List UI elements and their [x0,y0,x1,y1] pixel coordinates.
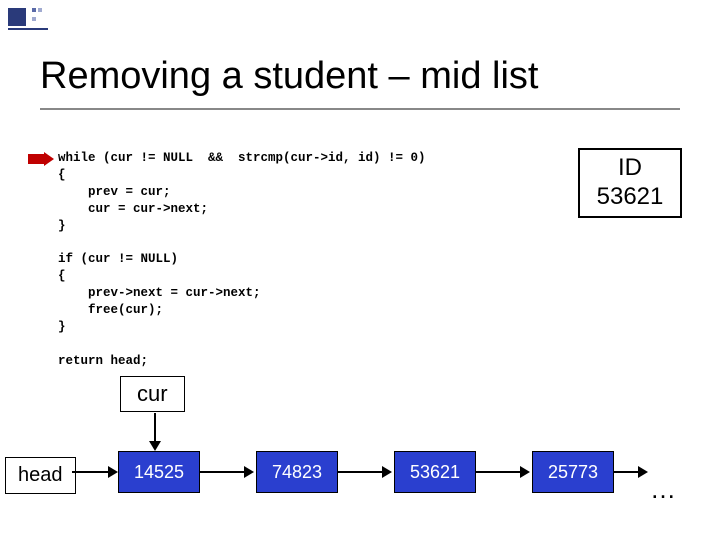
code-block: while (cur != NULL && strcmp(cur->id, id… [58,150,426,369]
code-line: if (cur != NULL) [58,252,178,266]
code-line: prev = cur; [58,185,171,199]
code-line: } [58,320,66,334]
node-value: 25773 [548,462,598,483]
head-arrow-icon [72,466,118,478]
head-pointer-box: head [5,457,76,494]
corner-dots-icon [32,8,44,24]
code-line: { [58,168,66,182]
cur-arrow-icon [148,413,162,451]
corner-square-icon [8,8,26,26]
id-box: ID 53621 [578,148,682,218]
code-line: free(cur); [58,303,163,317]
code-line: return head; [58,354,148,368]
list-node: 25773 [532,451,614,493]
slide-title: Removing a student – mid list [40,55,538,98]
node-value: 74823 [272,462,322,483]
title-underline [40,108,680,110]
link-arrow-icon [338,466,392,478]
code-line: { [58,269,66,283]
list-node: 53621 [394,451,476,493]
link-arrow-icon [200,466,254,478]
id-value: 53621 [580,183,680,212]
list-node: 74823 [256,451,338,493]
code-pointer-icon [28,152,54,166]
head-label: head [18,464,63,486]
code-line: prev->next = cur->next; [58,286,261,300]
cur-label: cur [137,381,168,406]
link-arrow-icon [614,466,648,478]
list-node: 14525 [118,451,200,493]
link-arrow-icon [476,466,530,478]
cur-pointer-box: cur [120,376,185,412]
id-label: ID [580,154,680,183]
code-line: cur = cur->next; [58,202,208,216]
code-line: while (cur != NULL && strcmp(cur->id, id… [58,151,426,165]
code-line: } [58,219,66,233]
slide-corner-decoration [8,8,44,26]
node-value: 53621 [410,462,460,483]
corner-line-icon [8,28,48,30]
ellipsis: … [650,474,676,505]
node-value: 14525 [134,462,184,483]
